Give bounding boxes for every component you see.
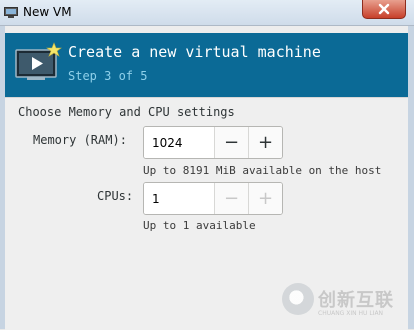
cpus-increment-button[interactable]: + (248, 183, 282, 214)
watermark-text: 创新互联 (318, 290, 394, 311)
watermark-logo: 创新互联 CHUANG XIN HU LIAN (282, 283, 412, 323)
wizard-heading: Create a new virtual machine (68, 43, 321, 61)
wizard-step-indicator: Step 3 of 5 (68, 69, 148, 83)
memory-decrement-button[interactable]: − (214, 127, 248, 158)
section-title: Choose Memory and CPU settings (18, 105, 235, 119)
cpus-label: CPUs: (97, 189, 134, 203)
memory-increment-button[interactable]: + (248, 127, 282, 158)
plus-icon: + (257, 132, 274, 153)
window-titlebar[interactable]: New VM (0, 0, 414, 26)
close-button[interactable] (362, 0, 406, 19)
plus-icon: + (257, 188, 274, 209)
cpus-hint: Up to 1 available (143, 219, 256, 232)
memory-value-input[interactable]: 1024 (144, 127, 214, 158)
watermark-logo-icon (282, 283, 314, 315)
memory-spinbutton[interactable]: 1024 − + (143, 126, 283, 159)
virtual-machine-icon (15, 42, 62, 80)
cpus-value-input[interactable]: 1 (144, 183, 214, 214)
memory-hint: Up to 8191 MiB available on the host (143, 164, 382, 177)
close-icon (378, 3, 390, 15)
minus-icon: − (223, 188, 240, 209)
minus-icon: − (223, 132, 240, 153)
cpus-decrement-button[interactable]: − (214, 183, 248, 214)
watermark-subtext: CHUANG XIN HU LIAN (318, 310, 384, 317)
memory-label: Memory (RAM): (33, 133, 127, 147)
app-icon (4, 7, 18, 18)
window-title: New VM (23, 5, 72, 19)
cpus-spinbutton[interactable]: 1 − + (143, 182, 283, 215)
